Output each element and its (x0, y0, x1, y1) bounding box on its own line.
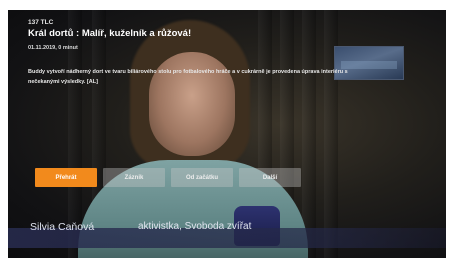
program-title: Král dortů : Malíř, kuželník a růžová! (28, 28, 192, 39)
record-button[interactable]: Záznik (103, 168, 165, 187)
lower-third-role: aktivistka, Svoboda zvířat (138, 221, 252, 232)
next-button[interactable]: Další (239, 168, 301, 187)
program-meta: 01.11.2019, 0 minut (28, 45, 78, 51)
from-start-button[interactable]: Od začátku (171, 168, 233, 187)
play-button[interactable]: Přehrát (35, 168, 97, 187)
program-description: Buddy vytvoří nádherný dort ve tvaru bil… (28, 69, 348, 85)
lower-third-name: Silvia Caňová (30, 221, 95, 233)
channel-label: 137 TLC (28, 19, 54, 26)
background-stripe (302, 10, 316, 258)
